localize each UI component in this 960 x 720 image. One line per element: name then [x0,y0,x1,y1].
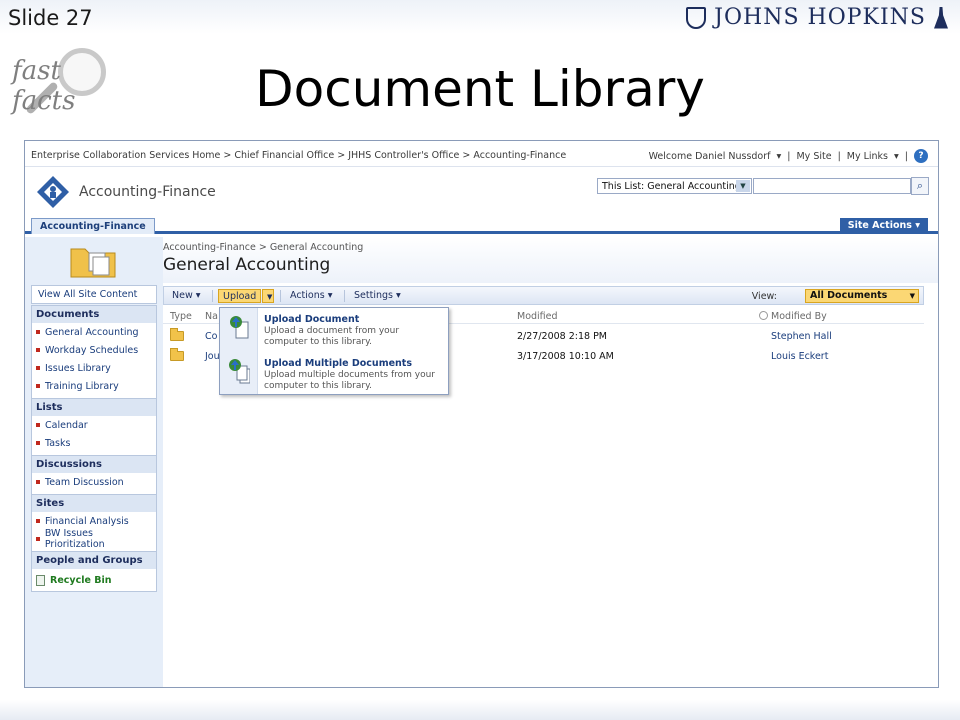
folder-icon [70,248,116,278]
recycle-bin-link[interactable]: Recycle Bin [32,569,156,591]
chevron-down-icon: ▾ [894,150,899,162]
view-all-box: View All Site Content [31,285,157,304]
tab-bar: Accounting-Finance Site Actions ▾ [25,218,938,234]
tab-accounting-finance[interactable]: Accounting-Finance [31,218,155,234]
nav-head-people-groups[interactable]: People and Groups [32,551,156,569]
page-title: General Accounting [163,255,331,275]
help-icon[interactable]: ? [914,149,928,163]
site-header: Accounting-Finance This List: General Ac… [25,168,938,216]
top-nav-bar: Enterprise Collaboration Services Home >… [25,141,938,167]
my-site-link[interactable]: My Site [796,151,831,162]
chevron-down-icon: ▾ [776,150,782,162]
sidebar-item-calendar[interactable]: Calendar [32,416,156,434]
sidebar-item-general-accounting[interactable]: General Accounting [32,323,156,341]
sidebar-item-team-discussion[interactable]: Team Discussion [32,473,156,491]
search-scope-select[interactable]: This List: General Accounting ▼ [597,178,752,194]
list-toolbar: New ▾ Upload ▼ Actions ▾ Settings ▾ View… [163,286,924,305]
slide-number: Slide 27 [8,6,93,30]
upload-multiple-icon [229,359,250,384]
nav-head-documents[interactable]: Documents [32,306,156,323]
nav-head-discussions[interactable]: Discussions [32,455,156,473]
upload-dropdown-menu: Upload Document Upload a document from y… [219,307,449,395]
upload-button[interactable]: Upload [218,289,262,303]
folder-icon [170,348,184,361]
quick-launch: View All Site Content Documents General … [25,237,163,687]
recycle-bin-icon [36,574,45,586]
site-logo-icon [37,176,69,208]
global-breadcrumb[interactable]: Enterprise Collaboration Services Home >… [31,150,566,161]
site-title[interactable]: Accounting-Finance [79,184,216,200]
johns-hopkins-logo: JOHNS HOPKINS [686,5,948,30]
search-icon[interactable]: ⌕ [911,177,929,195]
quick-launch-sections: Documents General Accounting Workday Sch… [31,305,157,592]
col-modified[interactable]: Modified [517,311,558,322]
view-all-site-content-link[interactable]: View All Site Content [32,286,156,303]
settings-menu[interactable]: Settings ▾ [350,289,405,303]
row-name[interactable]: Co [205,331,217,342]
row-name[interactable]: Jou [205,351,220,362]
view-select[interactable]: All Documents ▼ [805,289,919,303]
col-name[interactable]: Na [205,311,218,322]
new-menu[interactable]: New ▾ [168,289,205,303]
welcome-menu[interactable]: Welcome Daniel Nussdorf [649,151,771,162]
my-links-menu[interactable]: My Links [847,151,888,162]
sharepoint-screenshot: Enterprise Collaboration Services Home >… [24,140,939,688]
page-header: Accounting-Finance > General Accounting … [163,237,938,283]
brand-text: JOHNS HOPKINS [714,5,926,30]
menu-item-upload-multiple[interactable]: Upload Multiple Documents Upload multipl… [220,354,450,396]
row-modified: 3/17/2008 10:10 AM [517,351,614,362]
row-modified: 2/27/2008 2:18 PM [517,331,608,342]
sidebar-item-workday-schedules[interactable]: Workday Schedules [32,341,156,359]
view-label: View: [751,291,777,302]
user-links: Welcome Daniel Nussdorf ▾ | My Site | My Li… [649,149,928,163]
sidebar-item-tasks[interactable]: Tasks [32,434,156,452]
nav-head-lists[interactable]: Lists [32,398,156,416]
col-modified-by[interactable]: Modified By [759,311,827,322]
nav-head-sites[interactable]: Sites [32,494,156,512]
sidebar-item-issues-library[interactable]: Issues Library [32,359,156,377]
menu-item-upload-document[interactable]: Upload Document Upload a document from y… [220,310,450,352]
sort-icon [759,311,768,320]
page-breadcrumb[interactable]: Accounting-Finance > General Accounting [163,242,363,253]
row-modified-by[interactable]: Stephen Hall [771,331,832,342]
chevron-down-icon: ▼ [736,180,750,192]
row-modified-by[interactable]: Louis Eckert [771,351,828,362]
sidebar-item-bw-issues[interactable]: BW Issues Prioritization [32,528,156,550]
actions-menu[interactable]: Actions ▾ [286,289,337,303]
slide-title: Document Library [255,60,705,118]
main-content: Accounting-Finance > General Accounting … [163,237,938,687]
sidebar-item-training-library[interactable]: Training Library [32,377,156,395]
upload-document-icon [230,316,249,339]
folder-icon [170,328,184,341]
chevron-down-icon: ▼ [909,292,915,300]
search-input[interactable] [753,178,911,194]
site-actions-menu[interactable]: Site Actions ▾ [839,218,928,233]
slide-bottom-bar [0,700,960,720]
lamp-icon [934,6,948,29]
col-type[interactable]: Type [170,311,192,322]
shield-icon [686,6,707,29]
upload-dropdown-button[interactable]: ▼ [262,289,274,303]
